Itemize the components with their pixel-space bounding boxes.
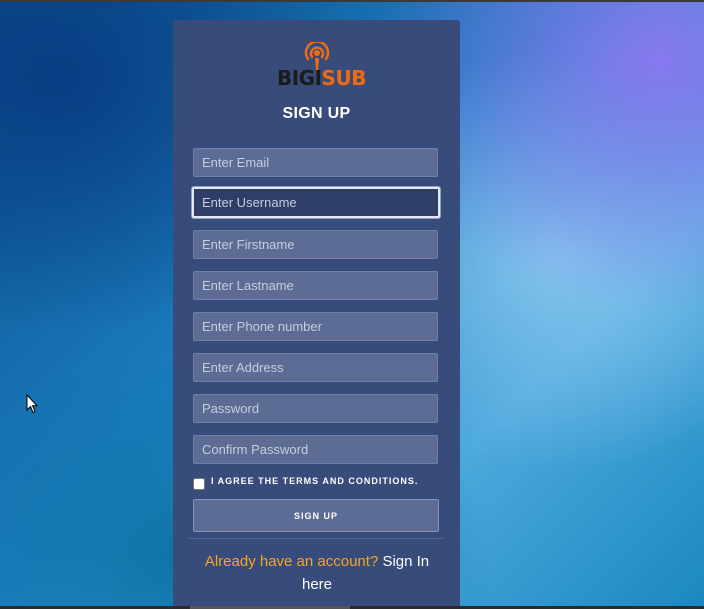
username-field[interactable] bbox=[192, 187, 440, 218]
signup-card: BIGISUB SIGN UP I AGREE THE TERMS AND CO… bbox=[173, 20, 460, 609]
email-field[interactable] bbox=[193, 148, 438, 177]
confirm-password-field[interactable] bbox=[193, 435, 438, 464]
signin-question: Already have an account? bbox=[204, 553, 379, 570]
phone-field[interactable] bbox=[193, 312, 438, 341]
terms-label: I AGREE THE TERMS AND CONDITIONS. bbox=[211, 476, 419, 486]
signin-prompt: Already have an account? Sign In here bbox=[197, 550, 437, 596]
divider bbox=[187, 538, 445, 539]
address-field[interactable] bbox=[193, 353, 438, 382]
mouse-cursor-icon bbox=[26, 394, 38, 414]
form-title: SIGN UP bbox=[282, 105, 351, 122]
password-field[interactable] bbox=[193, 394, 438, 423]
lastname-field[interactable] bbox=[193, 271, 438, 300]
window-top-edge bbox=[0, 0, 704, 2]
logo-wordmark: BIGISUB bbox=[277, 66, 366, 90]
app-logo: BIGISUB bbox=[277, 42, 366, 92]
terms-checkbox[interactable] bbox=[193, 478, 205, 490]
firstname-field[interactable] bbox=[193, 230, 438, 259]
sign-up-button[interactable]: SIGN UP bbox=[193, 499, 439, 532]
